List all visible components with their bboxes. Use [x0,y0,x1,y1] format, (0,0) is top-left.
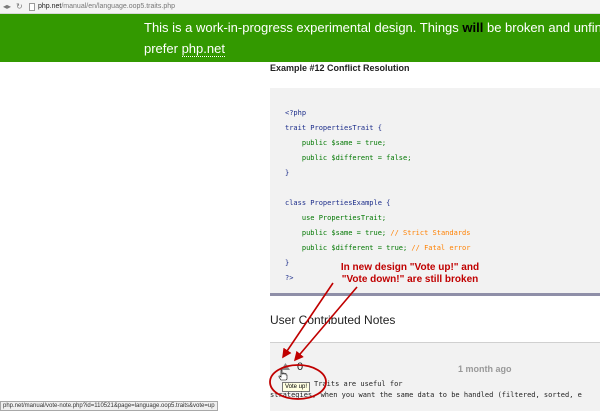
experimental-banner: This is a work-in-progress experimental … [0,14,600,62]
banner-prefer-text: prefer [144,41,182,56]
banner-line-2: prefer php.net [144,41,225,57]
code-line: <?php [285,109,307,117]
reload-icon[interactable]: ↻ [16,2,23,12]
note-card [270,342,600,411]
code-line: ?> [285,274,294,282]
address-bar[interactable]: ◂▸ ↻ php.net/manual/en/language.oop5.tra… [0,0,600,14]
vote-count: 0 [297,361,304,373]
code-line: public $same = true; [285,139,387,147]
annotation-line-2: "Vote down!" are still broken [341,274,479,285]
code-line: } [285,259,290,267]
annotation-text: In new design "Vote up!" and "Vote down!… [330,262,490,286]
banner-text-prefix: This is a work-in-progress experimental … [144,20,463,35]
php-net-link[interactable]: php.net [181,41,225,57]
notes-section-title: User Contributed Notes [270,313,396,327]
example-title: Example #12 Conflict Resolution [270,63,410,73]
code-line: } [285,169,290,177]
code-line: public $different = false; [285,154,412,162]
code-line: trait PropertiesTrait { [285,124,382,132]
note-text-line: strategies, when you want the same data … [270,391,582,399]
note-date: 1 month ago [458,364,512,374]
note-text-line: Traits are useful for [314,380,403,388]
back-forward-icon[interactable]: ◂▸ [3,2,11,12]
code-line: public $different = true; // Fatal error [285,244,471,252]
banner-text-suffix: be broken and unfinis [483,20,600,35]
code-line: public $same = true; // Strict Standards [285,229,471,237]
hand-cursor-icon [278,369,288,381]
banner-strong-word: will [462,20,484,35]
browser-status-bar: php.net/manual/vote-note.php?id=110521&p… [0,401,218,411]
url-path: /manual/en/language.oop5.traits.php [61,3,175,10]
code-line: class PropertiesExample { [285,199,391,207]
code-line: use PropertiesTrait; [285,214,387,222]
banner-line-1: This is a work-in-progress experimental … [144,20,600,36]
page-icon [29,3,35,11]
annotation-line-1: In new design "Vote up!" and [340,262,480,273]
url-host: php.net [38,3,62,10]
url-text[interactable]: php.net/manual/en/language.oop5.traits.p… [38,2,175,12]
